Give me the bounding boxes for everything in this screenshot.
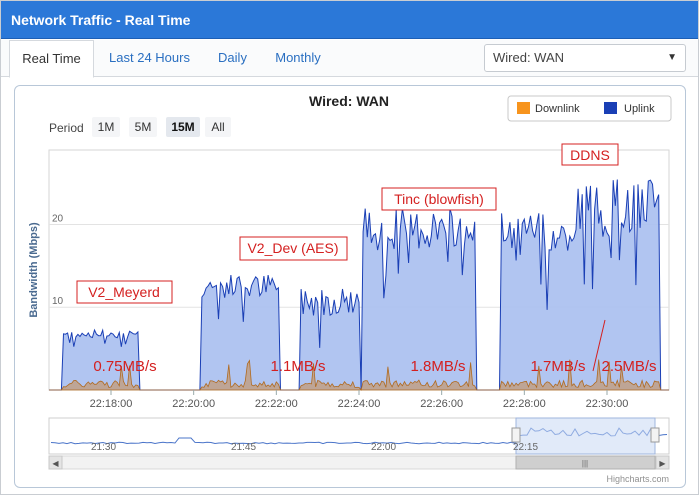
annotation-ddns-text: DDNS — [570, 147, 610, 163]
period-15m-button[interactable]: 15M — [166, 117, 200, 137]
rate-label-ddns-b: 2.5MB/s — [601, 358, 656, 375]
x-tick-label-22:18:00: 22:18:00 — [90, 398, 133, 410]
y-tick-label-20: 20 — [52, 213, 64, 224]
interface-select[interactable]: Wired: WAN ▼ — [484, 44, 686, 72]
period-15m-label: 15M — [171, 120, 194, 134]
x-axis-ticks: 22:18:00 22:20:00 22:22:00 22:24:00 22:26:00… — [90, 390, 629, 410]
legend-downlink-label: Downlink — [535, 103, 580, 115]
tab-last-24-hours[interactable]: Last 24 Hours — [101, 40, 198, 77]
period-all-button[interactable]: All — [205, 117, 231, 137]
scroll-left-icon: ◀ — [52, 459, 59, 468]
x-tick-label-22:22:00: 22:22:00 — [255, 398, 298, 410]
chart-container: Wired: WAN Period 1M 5M 15M All Downlink… — [14, 85, 686, 488]
rate-label-ddns-a: 1.7MB/s — [530, 358, 585, 375]
annotation-tinc-text: Tinc (blowfish) — [394, 191, 484, 207]
rate-label-v2-meyerd: 0.75MB/s — [93, 358, 156, 375]
period-label: Period — [49, 121, 84, 135]
network-traffic-panel: Network Traffic - Real Time Real Time La… — [0, 0, 699, 495]
navigator-scrollbar[interactable]: ◀ ||| ▶ — [48, 455, 670, 470]
tab-daily[interactable]: Daily — [206, 40, 259, 77]
period-1m-label: 1M — [98, 120, 115, 134]
x-tick-label-22:30:00: 22:30:00 — [586, 398, 629, 410]
legend-item-downlink[interactable]: Downlink — [517, 102, 580, 115]
y-tick-label-10: 10 — [52, 296, 64, 307]
panel-title: Network Traffic - Real Time — [11, 12, 191, 28]
period-5m-button[interactable]: 5M — [129, 117, 157, 137]
legend-uplink-label: Uplink — [624, 103, 655, 115]
annotation-v2-meyerd-text: V2_Meyerd — [88, 284, 160, 300]
scrollbar-grip-icon: ||| — [582, 459, 588, 468]
nav-tick-2145: 21:45 — [231, 442, 256, 453]
scroll-right-icon: ▶ — [659, 459, 666, 468]
period-5m-label: 5M — [135, 120, 152, 134]
nav-tick-2215: 22:15 — [513, 442, 538, 453]
chevron-down-icon: ▼ — [667, 52, 677, 63]
legend-uplink-swatch — [604, 102, 617, 114]
period-1m-button[interactable]: 1M — [92, 117, 120, 137]
nav-tick-2130: 21:30 — [91, 442, 116, 453]
annotation-v2-dev: V2_Dev (AES) — [239, 236, 348, 261]
legend-item-uplink[interactable]: Uplink — [604, 102, 655, 115]
navigator-right-handle[interactable] — [650, 427, 660, 443]
tab-monthly[interactable]: Monthly — [266, 40, 330, 77]
navigator[interactable]: 21:30 21:45 22:00 22:15 — [48, 417, 670, 455]
annotation-v2-meyerd: V2_Meyerd — [76, 280, 173, 304]
x-tick-label-22:24:00: 22:24:00 — [338, 398, 381, 410]
period-all-label: All — [211, 120, 224, 134]
interface-select-value: Wired: WAN — [493, 50, 565, 65]
annotation-tinc: Tinc (blowfish) — [381, 187, 497, 211]
tab-real-time[interactable]: Real Time — [9, 40, 94, 78]
chart-title: Wired: WAN — [309, 93, 389, 109]
legend: Downlink Uplink — [507, 95, 672, 122]
rate-label-v2-dev: 1.1MB/s — [270, 358, 325, 375]
legend-downlink-swatch — [517, 102, 530, 114]
y-axis-title: Bandwidth (Mbps) — [28, 222, 40, 318]
panel-header: Network Traffic - Real Time — [1, 1, 698, 39]
rate-label-tinc: 1.8MB/s — [410, 358, 465, 375]
x-tick-label-22:28:00: 22:28:00 — [503, 398, 546, 410]
nav-tick-2200: 22:00 — [371, 442, 396, 453]
navigator-left-handle[interactable] — [511, 427, 521, 443]
annotation-v2-dev-text: V2_Dev (AES) — [247, 240, 338, 256]
chart-credits[interactable]: Highcharts.com — [606, 474, 669, 484]
bandwidth-chart: Wired: WAN Period 1M 5M 15M All Downlink… — [28, 93, 672, 484]
x-tick-label-22:26:00: 22:26:00 — [420, 398, 463, 410]
x-tick-label-22:20:00: 22:20:00 — [172, 398, 215, 410]
annotation-ddns: DDNS — [561, 143, 619, 166]
